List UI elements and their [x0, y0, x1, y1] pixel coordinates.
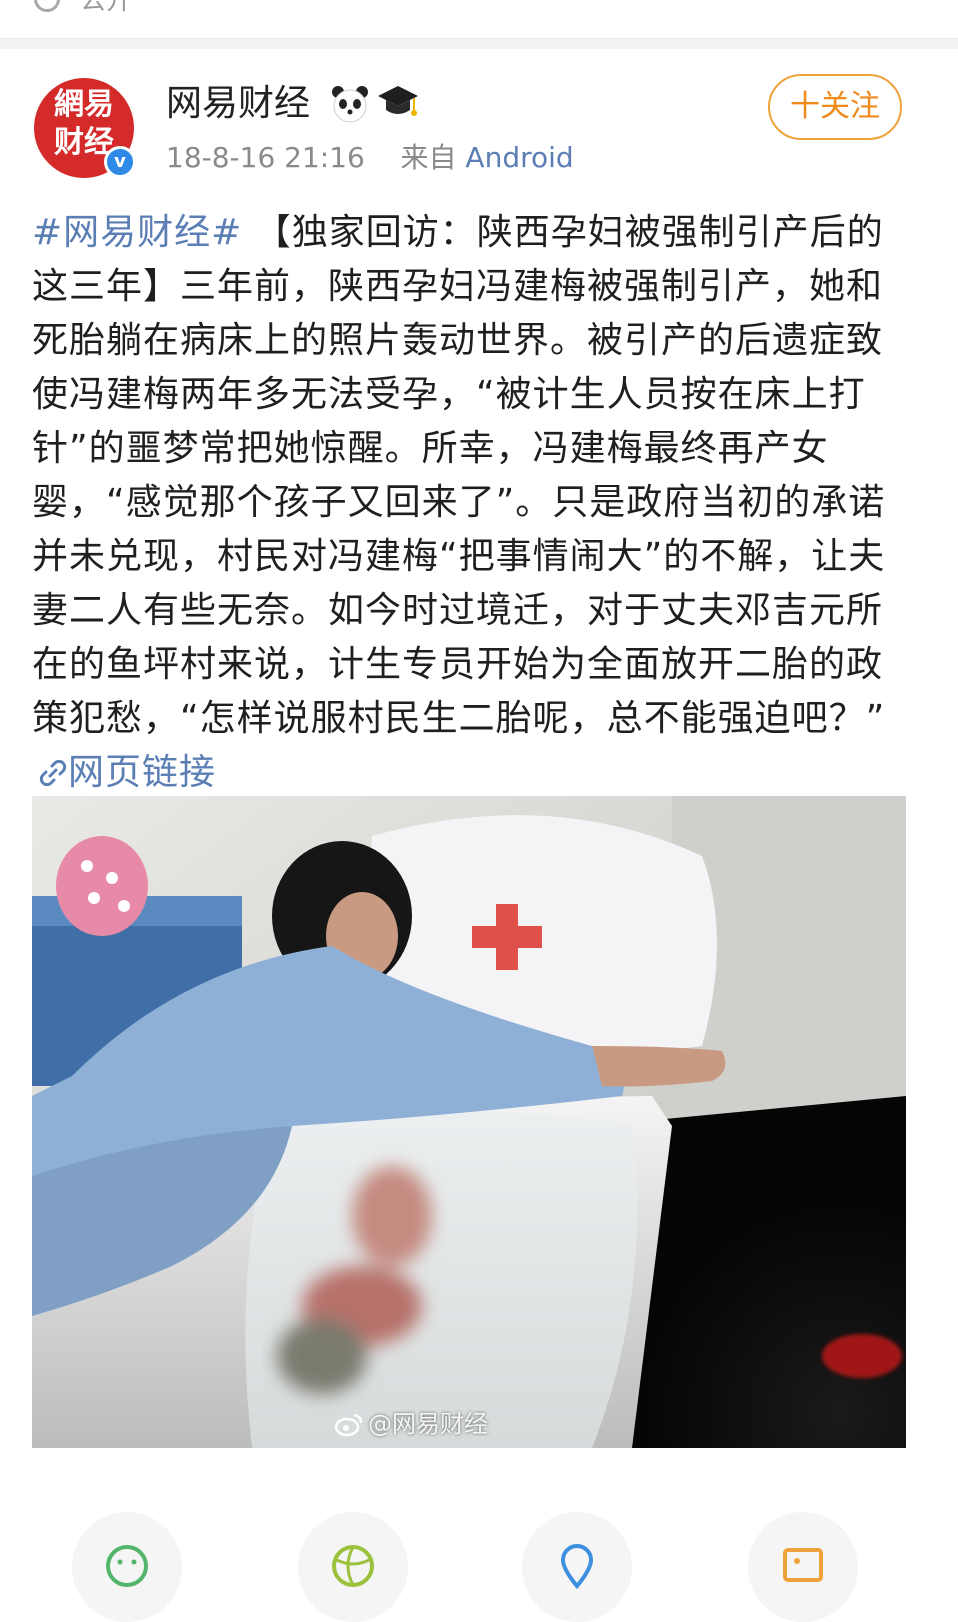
post-text: #网易财经# 【独家回访：陕西孕妇被强制引产后的这三年】三年前，陕西孕妇冯建梅被…	[32, 206, 912, 800]
image-icon	[783, 1548, 823, 1582]
panda-badge-icon[interactable]	[330, 84, 370, 124]
divider	[0, 39, 958, 49]
source-link[interactable]: Android	[465, 141, 573, 174]
post-body: 【独家回访：陕西孕妇被强制引产后的这三年】三年前，陕西孕妇冯建梅被强制引产，她和…	[32, 212, 886, 739]
link-icon	[39, 759, 67, 787]
verified-badge-icon: v	[104, 146, 136, 178]
location-icon	[560, 1543, 594, 1590]
watermark-text: @网易财经	[368, 1410, 488, 1438]
globe-icon	[34, 0, 60, 12]
photo-scene	[32, 796, 906, 1448]
hashtag-link[interactable]: #网易财经#	[32, 212, 242, 253]
author-name[interactable]: 网易财经	[166, 82, 310, 126]
image-watermark: @网易财经	[334, 1404, 488, 1439]
visibility-bar: 公开	[0, 0, 958, 39]
globe-icon	[332, 1545, 374, 1587]
web-link[interactable]: 网页链接	[32, 752, 216, 793]
follow-button[interactable]: 十关注	[768, 74, 902, 140]
post-meta: 18-8-16 21:16 来自 Android	[166, 140, 574, 176]
source-prefix: 来自	[400, 141, 457, 174]
graduation-cap-badge-icon[interactable]	[376, 82, 420, 124]
post-image[interactable]	[32, 796, 906, 1448]
avatar-text-top: 網易	[54, 87, 114, 122]
timestamp: 18-8-16 21:16	[166, 141, 365, 174]
weibo-logo-icon	[334, 1413, 363, 1437]
visibility-label: 公开	[80, 0, 133, 16]
web-link-label: 网页链接	[68, 752, 217, 793]
emoji-icon	[106, 1545, 148, 1587]
